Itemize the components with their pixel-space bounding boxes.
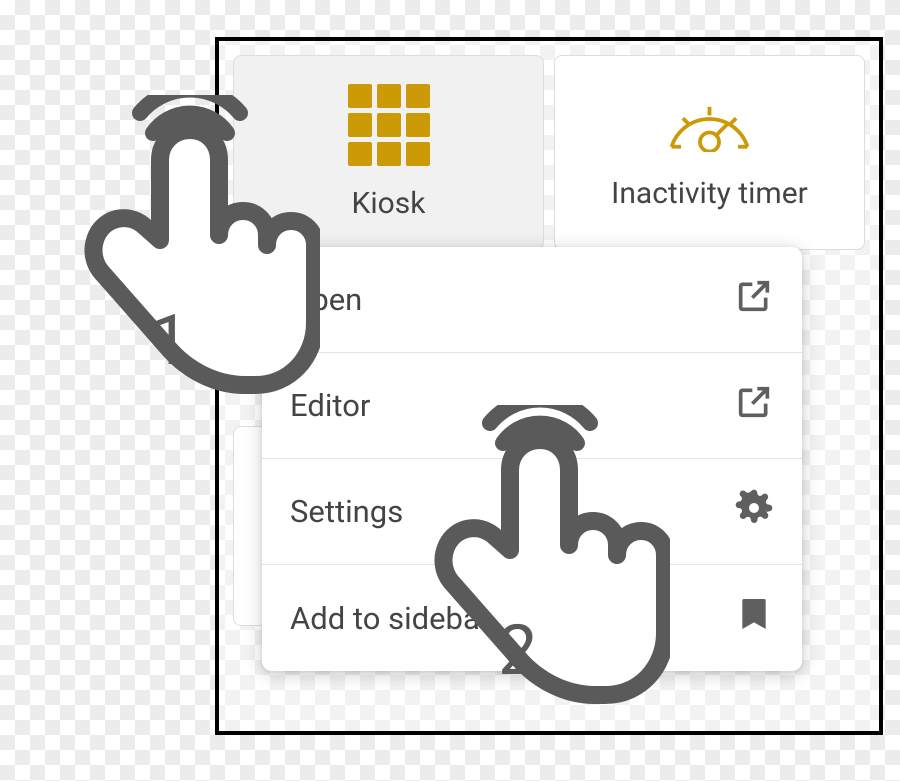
- card-kiosk[interactable]: Kiosk: [233, 55, 544, 250]
- card-inactivity[interactable]: Inactivity timer: [554, 55, 865, 250]
- menu-open-label: Open: [290, 281, 362, 318]
- context-menu: Open Editor Settings Add to sidebar: [262, 247, 802, 671]
- step-number-1: 1: [150, 300, 189, 382]
- menu-item-add-to-sidebar[interactable]: Add to sidebar: [262, 565, 802, 671]
- card-kiosk-label: Kiosk: [352, 186, 426, 221]
- gauge-icon: [662, 94, 757, 156]
- cards-row: Kiosk Inactivity timer: [219, 41, 879, 250]
- menu-item-editor[interactable]: Editor: [262, 353, 802, 459]
- gear-icon: [734, 488, 774, 536]
- menu-addtosidebar-label: Add to sidebar: [290, 600, 490, 637]
- external-link-icon: [734, 382, 774, 430]
- menu-settings-label: Settings: [290, 493, 403, 530]
- grid-icon: [348, 84, 430, 166]
- bookmark-icon: [734, 594, 774, 642]
- external-link-icon: [734, 276, 774, 324]
- card-inactivity-label: Inactivity timer: [611, 176, 808, 211]
- menu-editor-label: Editor: [290, 387, 370, 424]
- menu-item-settings[interactable]: Settings: [262, 459, 802, 565]
- menu-item-open[interactable]: Open: [262, 247, 802, 353]
